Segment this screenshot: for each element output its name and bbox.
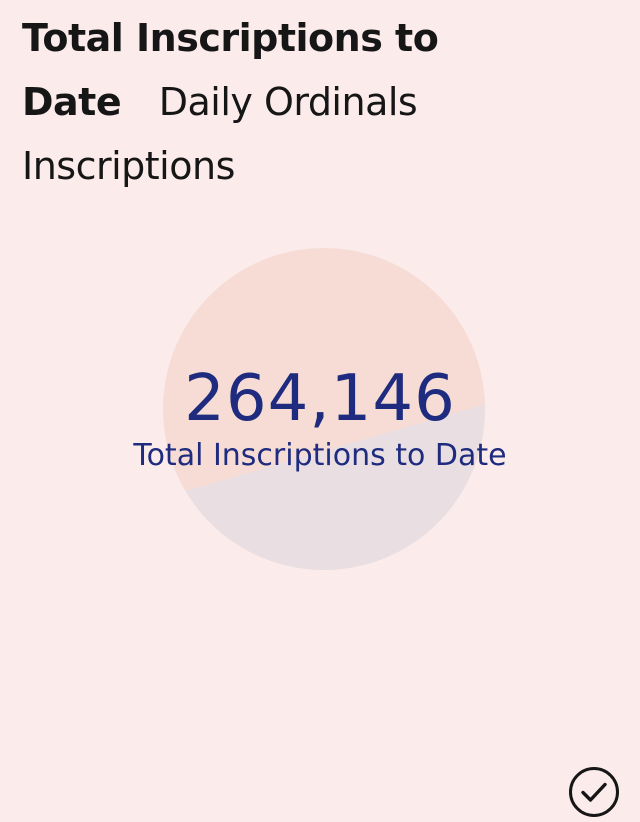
chart-tabs: Total Inscriptions to Date Daily Ordinal… [22, 6, 462, 198]
check-circle-icon [569, 767, 619, 817]
confirm-button[interactable] [568, 766, 620, 818]
total-inscriptions-label: Total Inscriptions to Date [133, 438, 507, 473]
total-inscriptions-value: 264,146 [184, 362, 456, 436]
